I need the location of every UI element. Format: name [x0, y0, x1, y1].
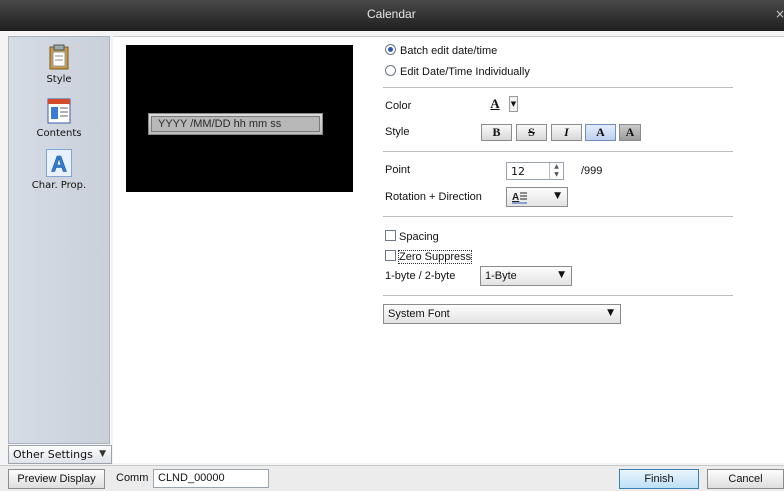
individual-edit-label: Edit Date/Time Individually	[400, 66, 530, 78]
sidebar-item-label: Contents	[36, 128, 82, 139]
finish-button[interactable]: Finish	[619, 469, 699, 489]
svg-text:A: A	[51, 151, 67, 176]
byte-label: 1-byte / 2-byte	[385, 270, 456, 282]
divider	[383, 216, 733, 217]
sidebar-item-contents[interactable]: Contents	[9, 97, 109, 139]
spin-arrows-icon[interactable]: ▲ ▼	[549, 163, 563, 179]
chevron-down-icon: ▼	[554, 191, 561, 201]
checkbox-unchecked-icon	[385, 250, 396, 261]
chevron-down-icon: ▼	[607, 308, 614, 318]
normal-text-button[interactable]: A	[585, 124, 616, 141]
document-layout-icon	[47, 98, 71, 124]
other-settings-dropdown[interactable]: Other Settings ▼	[8, 445, 112, 464]
italic-button[interactable]: I	[551, 124, 582, 141]
point-label: Point	[385, 164, 411, 176]
byte-mode-dropdown[interactable]: 1-Byte ▼	[480, 266, 572, 286]
batch-edit-radio[interactable]: Batch edit date/time	[385, 44, 497, 57]
text-color-picker[interactable]: A ▼	[481, 95, 519, 113]
batch-edit-label: Batch edit date/time	[400, 45, 498, 57]
radio-selected-icon	[385, 44, 396, 55]
other-settings-label: Other Settings	[13, 448, 93, 461]
clipboard-icon	[49, 44, 69, 70]
close-icon[interactable]: ×	[775, 7, 784, 21]
preview-calendar-field: YYYY /MM/DD hh mm ss	[148, 113, 323, 135]
style-label: Style	[385, 126, 410, 138]
point-spinner[interactable]: 12 ▲ ▼	[506, 162, 564, 180]
divider	[383, 295, 733, 296]
individual-edit-radio[interactable]: Edit Date/Time Individually	[385, 65, 530, 78]
color-label: Color	[385, 100, 412, 112]
rotation-label: Rotation + Direction	[385, 191, 482, 203]
letter-a-icon: A	[46, 149, 72, 177]
radio-unselected-icon	[385, 65, 396, 76]
sidebar-item-char-prop[interactable]: A Char. Prop.	[9, 149, 109, 191]
point-value: 12	[511, 165, 525, 178]
rotation-direction-dropdown[interactable]: A ▼	[506, 187, 568, 207]
sidebar-item-label: Char. Prop.	[31, 180, 87, 191]
sidebar: Style Contents A Char. Prop.	[8, 36, 110, 444]
font-dropdown[interactable]: System Font ▼	[383, 304, 621, 324]
zero-suppress-label: Zero Suppress	[397, 250, 473, 264]
cancel-button[interactable]: Cancel	[707, 469, 784, 489]
checkbox-unchecked-icon	[385, 230, 396, 241]
preview-display-button[interactable]: Preview Display	[8, 469, 105, 489]
spacing-label: Spacing	[399, 231, 439, 243]
title-bar: Calendar ×	[0, 0, 784, 31]
zero-suppress-checkbox[interactable]: Zero Suppress	[385, 250, 473, 264]
svg-text:A: A	[512, 192, 519, 203]
sidebar-item-style[interactable]: Style	[9, 43, 109, 85]
point-max: /999	[581, 165, 603, 177]
comm-label: Comm	[116, 472, 149, 484]
chevron-down-icon: ▼	[99, 449, 106, 459]
chevron-down-icon[interactable]: ▼	[509, 96, 518, 112]
divider	[383, 87, 733, 88]
font-value: System Font	[388, 308, 450, 320]
byte-mode-value: 1-Byte	[485, 270, 517, 282]
sidebar-item-label: Style	[46, 74, 72, 85]
preview-format-text: YYYY /MM/DD hh mm ss	[151, 116, 320, 132]
window-title: Calendar	[367, 7, 416, 21]
text-direction-icon: A	[512, 192, 527, 204]
spacing-checkbox[interactable]: Spacing	[385, 230, 439, 243]
chevron-down-icon: ▼	[558, 270, 565, 280]
divider	[383, 151, 733, 152]
text-color-icon: A	[490, 96, 500, 111]
shadow-text-button[interactable]: A	[619, 124, 641, 141]
strikethrough-button[interactable]: S	[516, 124, 547, 141]
bold-button[interactable]: B	[481, 124, 512, 141]
comm-input[interactable]: CLND_00000	[153, 469, 269, 488]
